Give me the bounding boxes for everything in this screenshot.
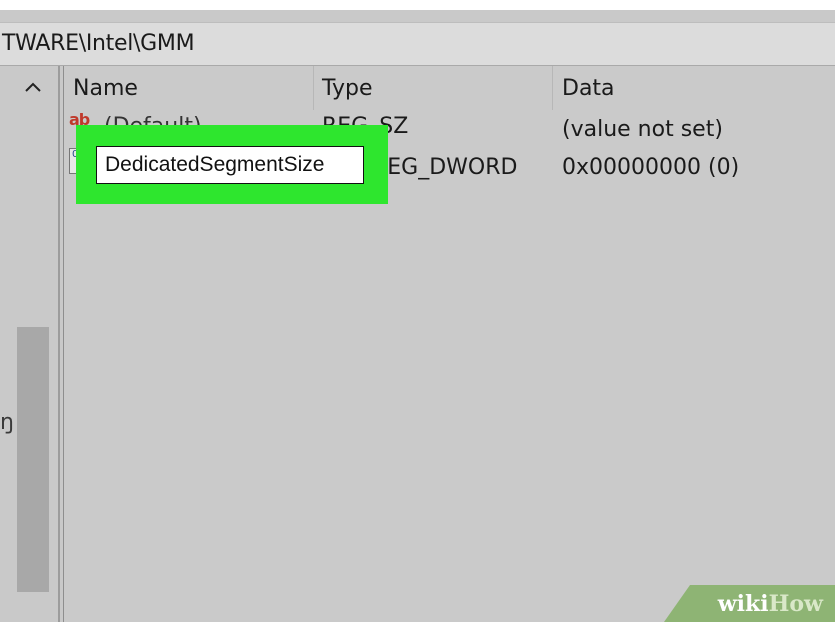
row-data: 0x00000000 (0) [562,155,740,180]
column-header-type[interactable]: Type [322,76,373,101]
tree-scrollbar-thumb[interactable] [17,327,49,592]
column-header-name[interactable]: Name [73,76,138,101]
column-separator[interactable] [313,66,314,110]
address-path: TWARE\Intel\GMM [2,31,195,56]
watermark-how: How [768,590,823,617]
tree-item-fragment[interactable]: ŋ [0,410,14,435]
watermark-wiki: wiki [717,590,769,617]
pane-splitter[interactable] [58,66,60,622]
window-top-edge [0,0,835,10]
column-separator[interactable] [552,66,553,110]
address-bar[interactable]: TWARE\Intel\GMM [0,22,835,66]
wikihow-watermark: wiki How [664,585,835,622]
rename-value-input[interactable] [96,146,364,184]
row-type: REG_DWORD [372,155,518,180]
registry-editor-window: TWARE\Intel\GMM ŋ Name Type Data ab (Def… [0,0,835,622]
row-data: (value not set) [562,117,723,142]
scroll-up-arrow-icon[interactable] [20,76,46,98]
column-header-data[interactable]: Data [562,76,615,101]
